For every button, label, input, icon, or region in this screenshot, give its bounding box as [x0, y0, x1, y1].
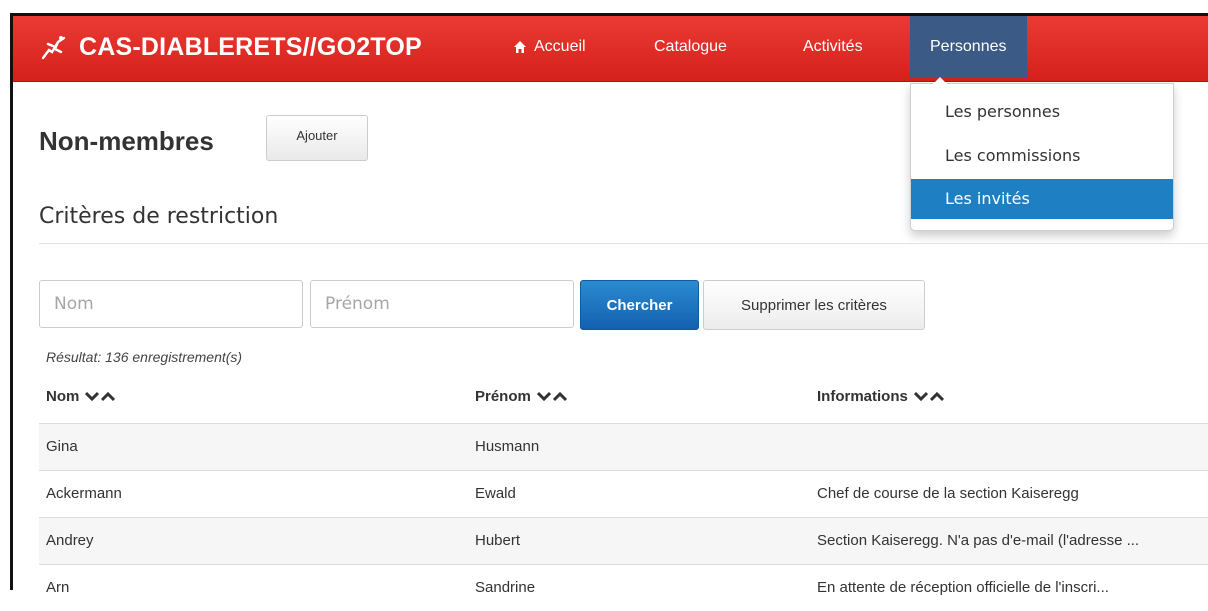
table-row[interactable]: Arn Sandrine En attente de réception off… — [39, 564, 1208, 611]
cell-prenom: Ewald — [475, 485, 516, 502]
column-header-informations[interactable]: Informations — [817, 388, 946, 405]
nom-input[interactable] — [39, 280, 303, 328]
sort-desc-icon[interactable] — [913, 391, 928, 402]
page-title: Non-membres — [39, 126, 214, 156]
brand[interactable]: CAS-DIABLERETS//GO2TOP — [39, 16, 422, 78]
cell-nom: Ackermann — [46, 485, 122, 502]
window-border-left — [10, 13, 13, 590]
column-header-prenom[interactable]: Prénom — [475, 388, 569, 405]
cell-info: Chef de course de la section Kaiseregg — [817, 485, 1079, 502]
prenom-input[interactable] — [310, 280, 574, 328]
table-row[interactable]: Ackermann Ewald Chef de course de la sec… — [39, 470, 1208, 517]
nav-persons[interactable]: Personnes — [910, 16, 1027, 78]
section-title: Critères de restriction — [39, 204, 279, 229]
nav-home[interactable]: Accueil — [513, 16, 586, 78]
clear-criteria-button[interactable]: Supprimer les critères — [703, 280, 925, 330]
brand-name: CAS-DIABLERETS//GO2TOP — [79, 32, 422, 61]
persons-dropdown-menu: Les personnes Les commissions Les invité… — [910, 77, 1174, 231]
sort-desc-icon[interactable] — [536, 391, 551, 402]
nav-activities-label: Activités — [803, 38, 863, 55]
cell-nom: Gina — [46, 438, 78, 455]
menu-item-les-invites[interactable]: Les invités — [911, 179, 1173, 219]
nav-catalogue[interactable]: Catalogue — [654, 16, 727, 78]
cell-prenom: Husmann — [475, 438, 540, 455]
result-count: Résultat: 136 enregistrement(s) — [46, 349, 243, 365]
nav-activities[interactable]: Activités — [803, 16, 863, 78]
column-header-label: Prénom — [475, 388, 531, 405]
cell-nom: Arn — [46, 579, 70, 596]
menu-item-les-personnes[interactable]: Les personnes — [911, 92, 1173, 132]
table-row[interactable]: Gina Husmann — [39, 423, 1208, 470]
sort-controls — [85, 391, 117, 402]
sort-desc-icon[interactable] — [85, 391, 100, 402]
cell-info: En attente de réception officielle de l'… — [817, 579, 1109, 596]
cell-prenom: Hubert — [475, 532, 521, 549]
sort-asc-icon[interactable] — [101, 391, 116, 402]
nav-home-label: Accueil — [534, 38, 586, 55]
sort-controls — [536, 391, 569, 402]
climber-logo-icon — [41, 36, 66, 60]
menu-item-les-commissions[interactable]: Les commissions — [911, 136, 1173, 176]
dropdown-caret — [933, 77, 947, 84]
nav-persons-label: Personnes — [930, 38, 1007, 55]
column-header-nom[interactable]: Nom — [46, 388, 117, 405]
column-header-label: Informations — [817, 388, 908, 405]
top-navbar: CAS-DIABLERETS//GO2TOP Accueil Catalogue… — [13, 16, 1208, 82]
cell-prenom: Sandrine — [475, 579, 536, 596]
nav-catalogue-label: Catalogue — [654, 38, 727, 55]
search-button[interactable]: Chercher — [580, 280, 699, 330]
cell-info: Section Kaiseregg. N'a pas d'e-mail (l'a… — [817, 532, 1140, 549]
column-header-label: Nom — [46, 388, 80, 405]
sort-asc-icon[interactable] — [552, 391, 567, 402]
divider — [39, 243, 1208, 244]
table-row[interactable]: Andrey Hubert Section Kaiseregg. N'a pas… — [39, 517, 1208, 564]
add-button[interactable]: Ajouter — [266, 115, 368, 161]
sort-controls — [913, 391, 946, 402]
sort-asc-icon[interactable] — [929, 391, 944, 402]
cell-nom: Andrey — [46, 532, 94, 549]
home-icon — [514, 41, 526, 53]
